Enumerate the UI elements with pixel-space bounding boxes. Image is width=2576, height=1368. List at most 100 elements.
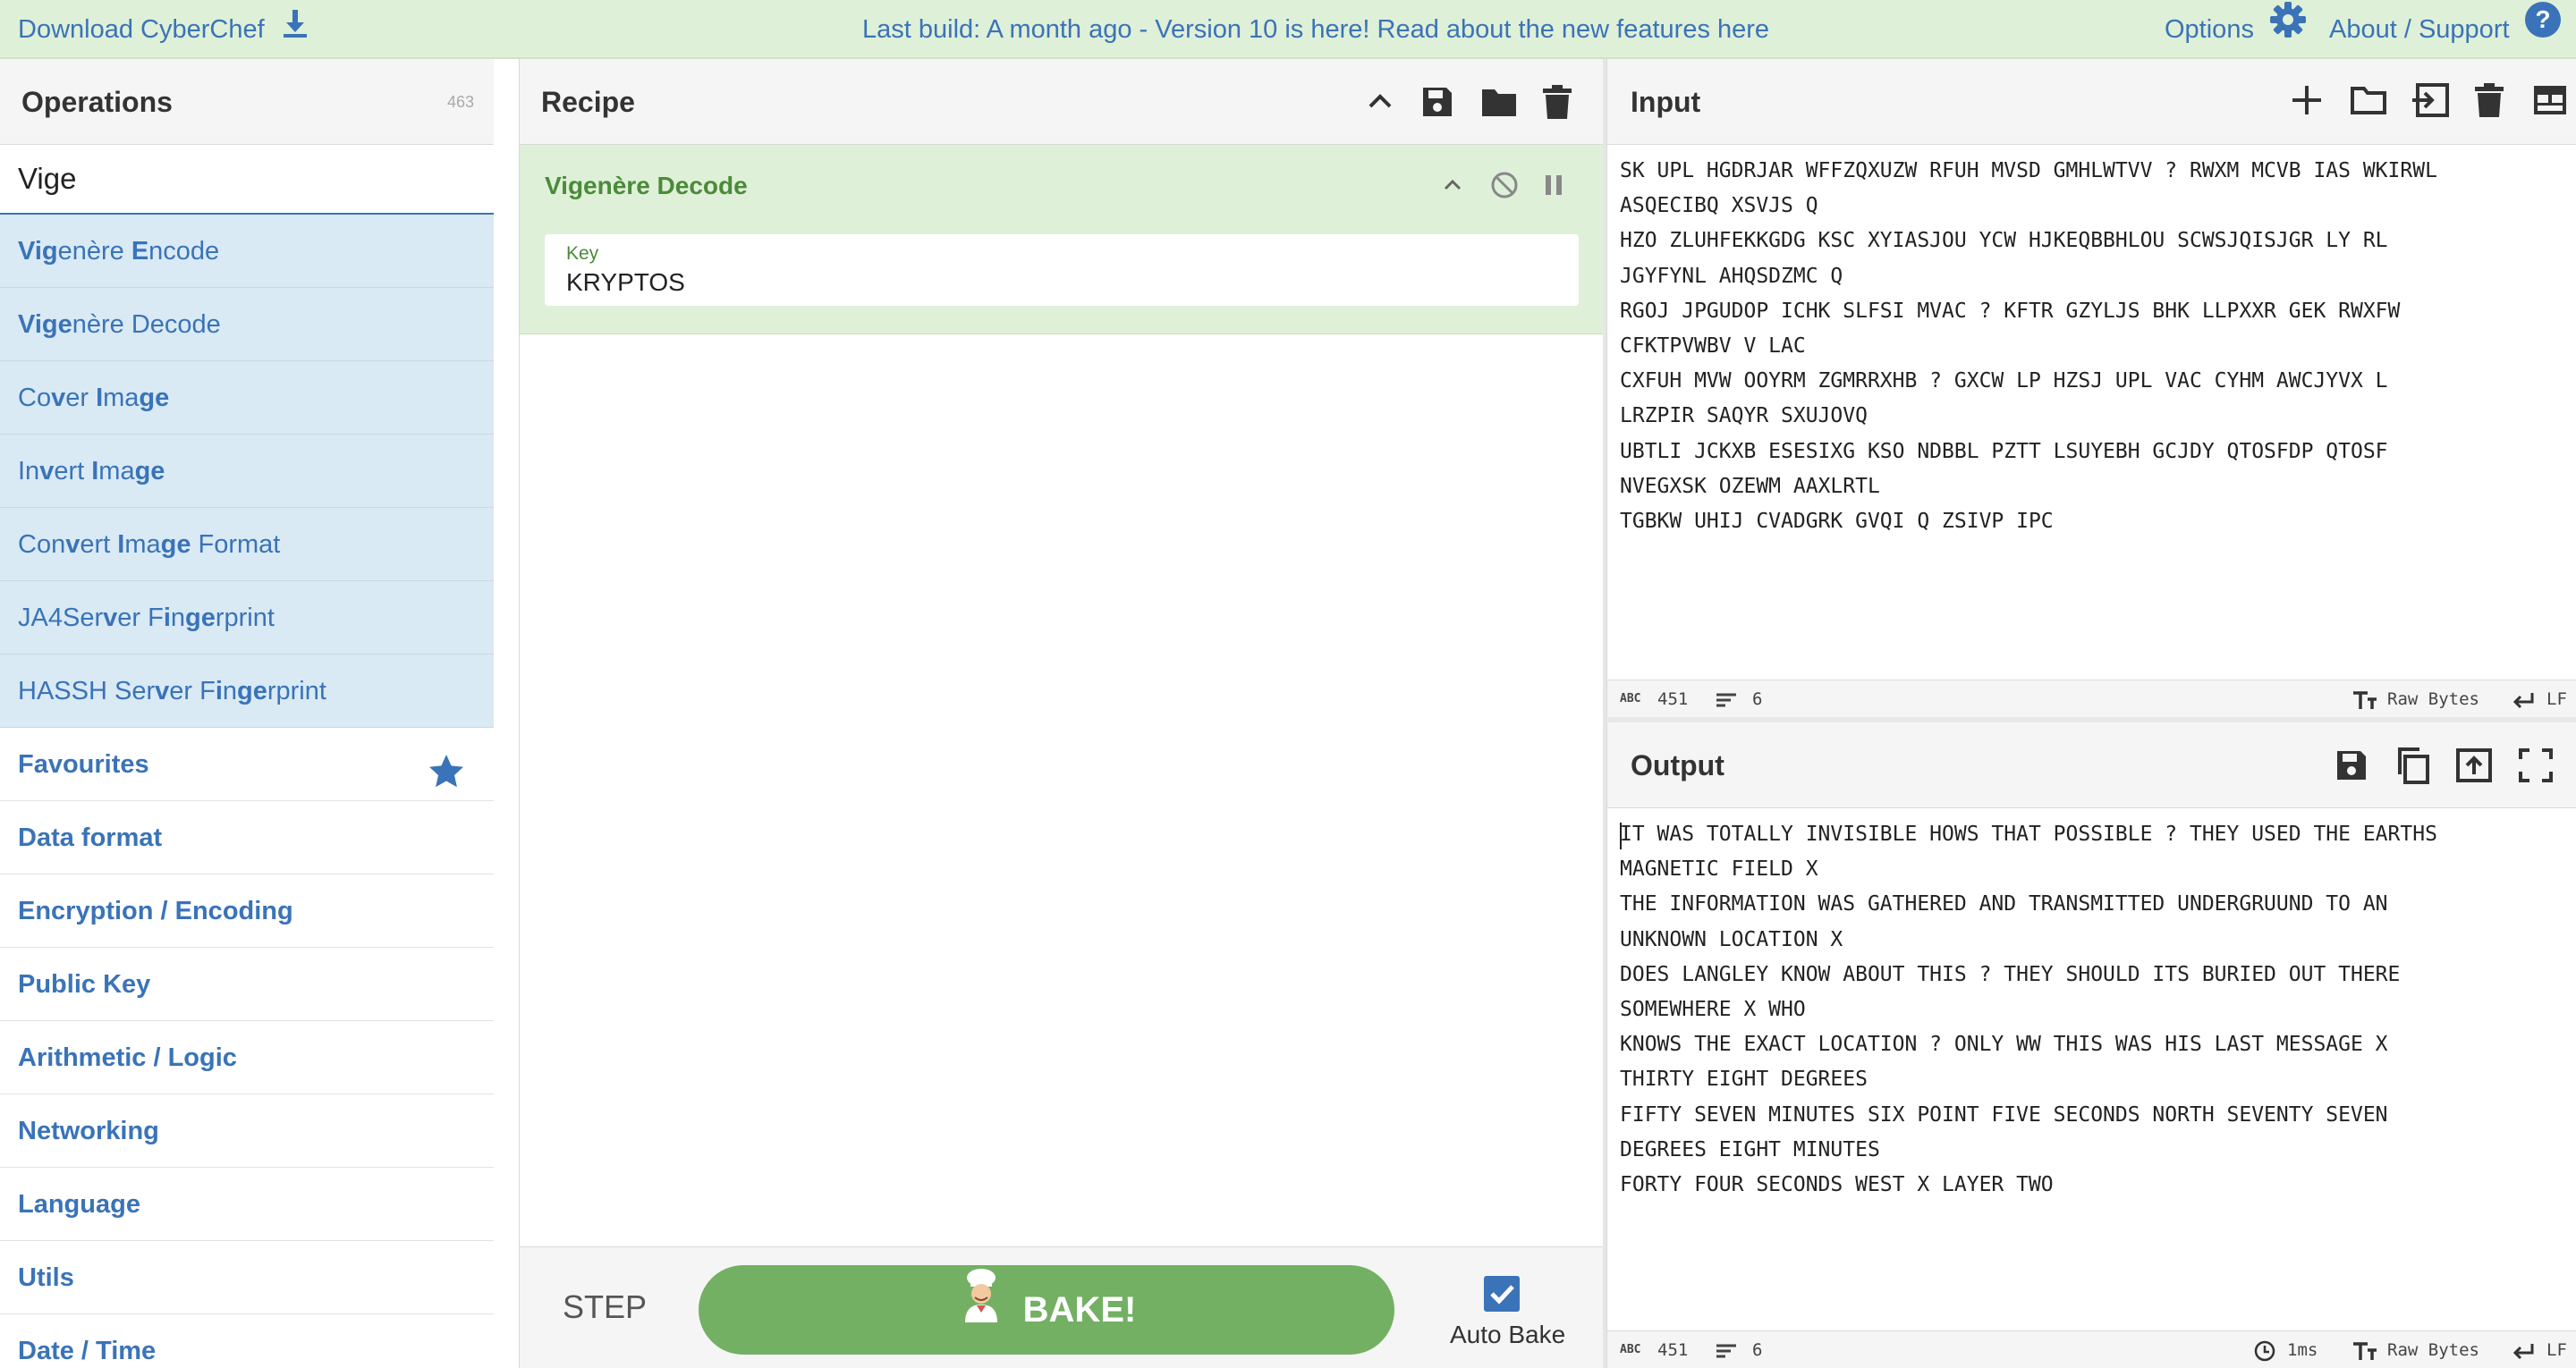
category-item[interactable]: Arithmetic / Logic <box>0 1021 494 1094</box>
category-item[interactable]: Favourites <box>0 728 494 801</box>
result-text: Co <box>18 384 52 412</box>
collapse-all-icon[interactable] <box>1362 84 1398 120</box>
category-label: Language <box>18 1190 140 1219</box>
eol-icon[interactable] <box>2511 680 2536 718</box>
maximise-output-icon[interactable] <box>2518 747 2554 788</box>
result-text: n <box>222 677 238 705</box>
category-label: Date / Time <box>18 1337 157 1365</box>
result-text: ert <box>80 530 118 559</box>
result-text: JA4Ser <box>18 604 104 632</box>
input-status-bar: ABC 451 6 Raw Bytes LF <box>1607 680 2576 717</box>
category-item[interactable]: Public Key <box>0 948 494 1021</box>
search-result-item[interactable]: JA4Server Fingerprint <box>0 581 494 654</box>
clear-recipe-icon[interactable] <box>1541 84 1577 120</box>
options-button[interactable]: Options <box>2165 0 2308 59</box>
search-result-item[interactable]: HASSH Server Fingerprint <box>0 654 494 728</box>
match-highlight: v <box>51 384 66 412</box>
breakpoint-icon[interactable] <box>1541 172 1566 203</box>
result-text: er F <box>117 604 164 632</box>
open-file-icon[interactable] <box>2411 82 2450 122</box>
output-encoding[interactable]: Raw Bytes <box>2387 1331 2479 1368</box>
search-result-item[interactable]: Invert Image <box>0 435 494 508</box>
category-item[interactable]: Networking <box>0 1094 494 1168</box>
input-eol[interactable]: LF <box>2546 680 2567 718</box>
match-highlight: Vig <box>18 237 58 266</box>
result-text: er <box>65 384 97 412</box>
operations-search-input[interactable] <box>0 145 494 215</box>
category-item[interactable]: Utils <box>0 1241 494 1314</box>
category-item[interactable]: Data format <box>0 801 494 874</box>
category-item[interactable]: Date / Time <box>0 1314 494 1368</box>
category-list: Favourites Data format Encryption / Encodi… <box>0 728 494 1368</box>
key-field[interactable]: Key KRYPTOS <box>545 234 1579 306</box>
match-highlight: v <box>103 604 118 632</box>
lines-icon <box>1715 1331 1738 1368</box>
open-folder-icon[interactable] <box>2350 82 2387 122</box>
collapse-operation-icon[interactable] <box>1439 172 1466 203</box>
bake-button[interactable]: BAKE! <box>699 1265 1394 1355</box>
output-char-count: 451 <box>1657 1340 1689 1360</box>
output-textarea[interactable]: IT WAS TOTALLY INVISIBLE HOWS THAT POSSI… <box>1620 817 2568 1203</box>
build-message-link[interactable]: Last build: A month ago - Version 10 is … <box>862 0 1769 59</box>
category-item[interactable]: Language <box>0 1168 494 1241</box>
abc-icon: ABC <box>1620 692 1641 705</box>
lines-icon <box>1715 680 1738 718</box>
result-text: Con <box>18 530 66 559</box>
category-label: Public Key <box>18 970 151 999</box>
abc-icon: ABC <box>1620 1343 1641 1356</box>
operations-title: Operations <box>21 86 173 118</box>
search-result-item[interactable]: Cover Image <box>0 361 494 435</box>
input-title: Input <box>1631 86 1701 118</box>
add-tab-icon[interactable] <box>2289 82 2325 122</box>
result-text: nère Decode <box>72 310 221 339</box>
input-panel: Input SK UPL HGDRJAR WFFZQXUZW RFUH MVSD… <box>1606 59 2576 717</box>
search-results-list: Vigenère Encode Vigenère Decode Cover Imag… <box>0 215 494 728</box>
category-item[interactable]: Encryption / Encoding <box>0 874 494 948</box>
search-result-item[interactable]: Vigenère Encode <box>0 215 494 288</box>
clear-input-icon[interactable] <box>2473 82 2505 122</box>
result-text: ma <box>98 457 135 486</box>
about-support-button[interactable]: About / Support ? <box>2329 0 2562 59</box>
output-header: Output <box>1607 722 2576 808</box>
disable-operation-icon[interactable] <box>1489 170 1520 205</box>
result-text: In <box>18 457 40 486</box>
output-title: Output <box>1631 749 1724 781</box>
category-label: Favourites <box>18 750 149 779</box>
result-text: n <box>170 604 186 632</box>
eol-icon[interactable] <box>2511 1331 2536 1368</box>
auto-bake-checkbox[interactable] <box>1484 1276 1520 1312</box>
operations-count: 463 <box>446 93 474 111</box>
match-highlight: v <box>155 677 170 705</box>
match-highlight: v <box>65 530 80 559</box>
download-label: Download CyberChef <box>18 15 265 44</box>
recipe-header: Recipe <box>520 59 1604 145</box>
result-text: ma <box>124 530 161 559</box>
recipe-operation-vigenere-decode[interactable]: Vigenère Decode Key KRYPTOS <box>520 145 1604 334</box>
key-value[interactable]: KRYPTOS <box>566 268 685 297</box>
text-encoding-icon[interactable] <box>2351 680 2378 718</box>
step-button[interactable]: STEP <box>563 1288 647 1326</box>
copy-output-icon[interactable] <box>2394 746 2430 790</box>
output-eol[interactable]: LF <box>2546 1331 2567 1368</box>
save-recipe-icon[interactable] <box>1419 84 1455 120</box>
recipe-panel: Recipe Vigenère Decode Key KRYPTOS STEP … <box>519 59 1604 1368</box>
result-text: HASSH Ser <box>18 677 156 705</box>
replace-input-icon[interactable] <box>2455 747 2493 788</box>
input-encoding[interactable]: Raw Bytes <box>2387 680 2479 718</box>
reset-layout-icon[interactable] <box>2532 82 2568 122</box>
load-recipe-icon[interactable] <box>1480 84 1516 120</box>
download-icon <box>281 1 309 60</box>
save-output-icon[interactable] <box>2334 747 2369 788</box>
download-cyberchef-link[interactable]: Download CyberChef <box>18 0 309 59</box>
search-result-item[interactable]: Convert Image Format <box>0 508 494 581</box>
bake-label: BAKE! <box>1022 1290 1137 1330</box>
input-textarea[interactable]: SK UPL HGDRJAR WFFZQXUZW RFUH MVSD GMHLW… <box>1620 154 2568 539</box>
result-text: Format <box>191 530 281 559</box>
gear-icon <box>2268 0 2308 61</box>
input-header: Input <box>1607 59 2576 145</box>
clock-icon <box>2253 1331 2276 1368</box>
auto-bake-label: Auto Bake <box>1450 1321 1566 1348</box>
match-highlight: Vige <box>18 310 72 339</box>
text-encoding-icon[interactable] <box>2351 1331 2378 1368</box>
search-result-item[interactable]: Vigenère Decode <box>0 288 494 361</box>
